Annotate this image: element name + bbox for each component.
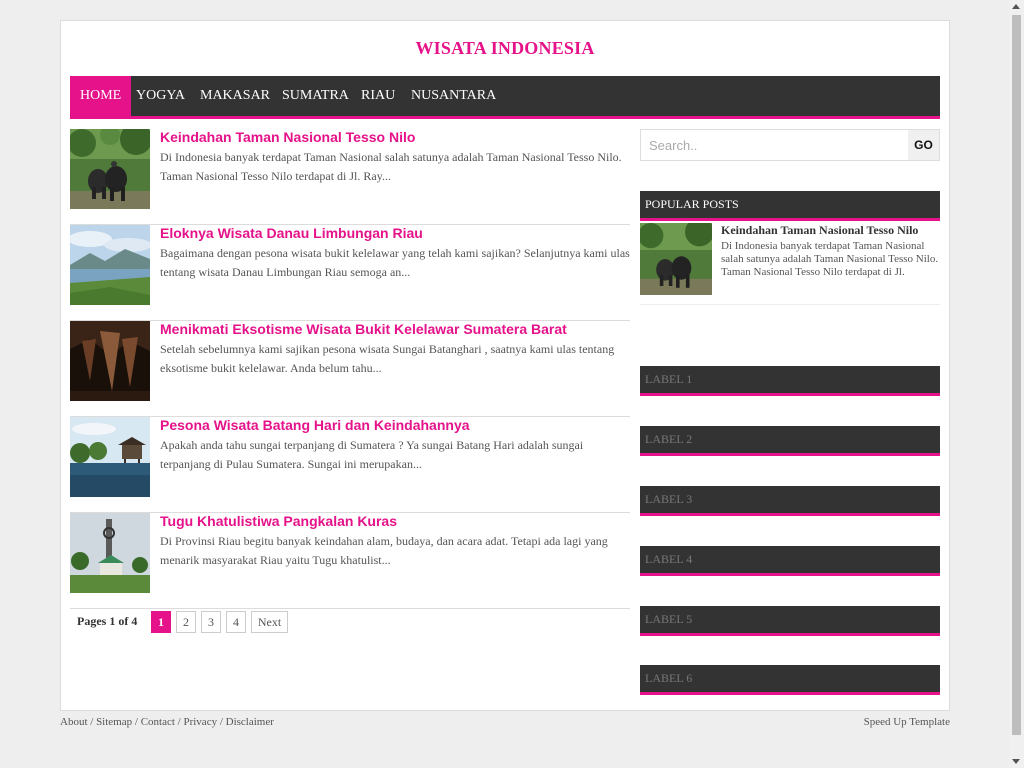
post-title[interactable]: Tugu Khatulistiwa Pangkalan Kuras	[160, 513, 397, 529]
vertical-scrollbar[interactable]	[1009, 0, 1024, 768]
footer-separator: /	[87, 716, 97, 728]
footer-links: About / Sitemap / Contact / Privacy / Di…	[60, 716, 274, 728]
post-title[interactable]: Keindahan Taman Nasional Tesso Nilo	[160, 129, 415, 145]
post-excerpt: Bagaimana dengan pesona wisata bukit kel…	[160, 246, 630, 279]
label-widget-6: LABEL 6	[640, 665, 940, 695]
post-item: Keindahan Taman Nasional Tesso Nilo Di I…	[70, 129, 630, 225]
label-widget-2: LABEL 2	[640, 426, 940, 456]
footer-link-disclaimer[interactable]: Disclaimer	[226, 716, 274, 728]
post-item: Menikmati Eksotisme Wisata Bukit Kelelaw…	[70, 321, 630, 417]
river-house-thumb[interactable]	[70, 417, 150, 497]
lake-thumb[interactable]	[70, 225, 150, 305]
post-title[interactable]: Eloknya Wisata Danau Limbungan Riau	[160, 225, 423, 241]
page-link-3[interactable]: 3	[201, 611, 221, 633]
post-title[interactable]: Pesona Wisata Batang Hari dan Keindahann…	[160, 417, 470, 433]
label-widget-5: LABEL 5	[640, 606, 940, 636]
page-link-1[interactable]: 1	[151, 611, 171, 633]
nav-item-sumatra[interactable]: SUMATRA	[272, 76, 359, 116]
search-go-button[interactable]: GO	[908, 130, 939, 160]
footer-link-sitemap[interactable]: Sitemap	[96, 716, 132, 728]
elephant-forest-thumb[interactable]	[640, 223, 712, 295]
footer-link-contact[interactable]: Contact	[141, 716, 175, 728]
footer-separator: /	[217, 716, 226, 728]
label-widget-1: LABEL 1	[640, 366, 940, 396]
post-title[interactable]: Menikmati Eksotisme Wisata Bukit Kelelaw…	[160, 321, 567, 337]
page-container: WISATA INDONESIA HOME YOGYA MAKASAR SUMA…	[60, 20, 950, 711]
main-nav: HOME YOGYA MAKASAR SUMATRA RIAU NUSANTAR…	[70, 76, 940, 119]
post-excerpt: Setelah sebelumnya kami sajikan pesona w…	[160, 342, 615, 375]
pagination-label: Pages 1 of 4	[77, 614, 138, 628]
scroll-up-arrow-icon[interactable]	[1012, 4, 1020, 9]
footer-credit[interactable]: Speed Up Template	[864, 716, 950, 728]
post-excerpt: Apakah anda tahu sungai terpanjang di Su…	[160, 438, 584, 471]
popular-post-title[interactable]: Keindahan Taman Nasional Tesso Nilo	[721, 223, 918, 238]
nav-item-yogya[interactable]: YOGYA	[126, 76, 195, 116]
monument-thumb[interactable]	[70, 513, 150, 593]
site-title[interactable]: WISATA INDONESIA	[61, 38, 949, 59]
popular-posts-heading: POPULAR POSTS	[640, 191, 940, 221]
post-excerpt: Di Indonesia banyak terdapat Taman Nasio…	[160, 150, 622, 183]
footer-separator: /	[132, 716, 141, 728]
footer-link-privacy[interactable]: Privacy	[183, 716, 217, 728]
post-item: Pesona Wisata Batang Hari dan Keindahann…	[70, 417, 630, 513]
scroll-down-arrow-icon[interactable]	[1012, 759, 1020, 764]
label-widget-4: LABEL 4	[640, 546, 940, 576]
cave-thumb[interactable]	[70, 321, 150, 401]
nav-item-nusantara[interactable]: NUSANTARA	[401, 76, 506, 116]
post-excerpt: Di Provinsi Riau begitu banyak keindahan…	[160, 534, 608, 567]
next-page-button[interactable]: Next	[251, 611, 288, 633]
elephant-forest-thumb[interactable]	[70, 129, 150, 209]
label-widget-3: LABEL 3	[640, 486, 940, 516]
scroll-thumb[interactable]	[1012, 15, 1021, 735]
nav-item-makasar[interactable]: MAKASAR	[190, 76, 280, 116]
search-box: GO	[640, 129, 940, 161]
pagination: Pages 1 of 4 1 2 3 4 Next	[70, 609, 630, 635]
search-input[interactable]	[641, 130, 909, 160]
nav-item-riau[interactable]: RIAU	[351, 76, 405, 116]
popular-post-item: Keindahan Taman Nasional Tesso Nilo Di I…	[640, 223, 940, 305]
nav-item-home[interactable]: HOME	[70, 76, 132, 116]
footer-link-about[interactable]: About	[60, 716, 88, 728]
popular-post-excerpt: Di Indonesia banyak terdapat Taman Nasio…	[721, 240, 939, 278]
page-link-2[interactable]: 2	[176, 611, 196, 633]
page-link-4[interactable]: 4	[226, 611, 246, 633]
post-item: Eloknya Wisata Danau Limbungan Riau Baga…	[70, 225, 630, 321]
post-item: Tugu Khatulistiwa Pangkalan Kuras Di Pro…	[70, 513, 630, 609]
